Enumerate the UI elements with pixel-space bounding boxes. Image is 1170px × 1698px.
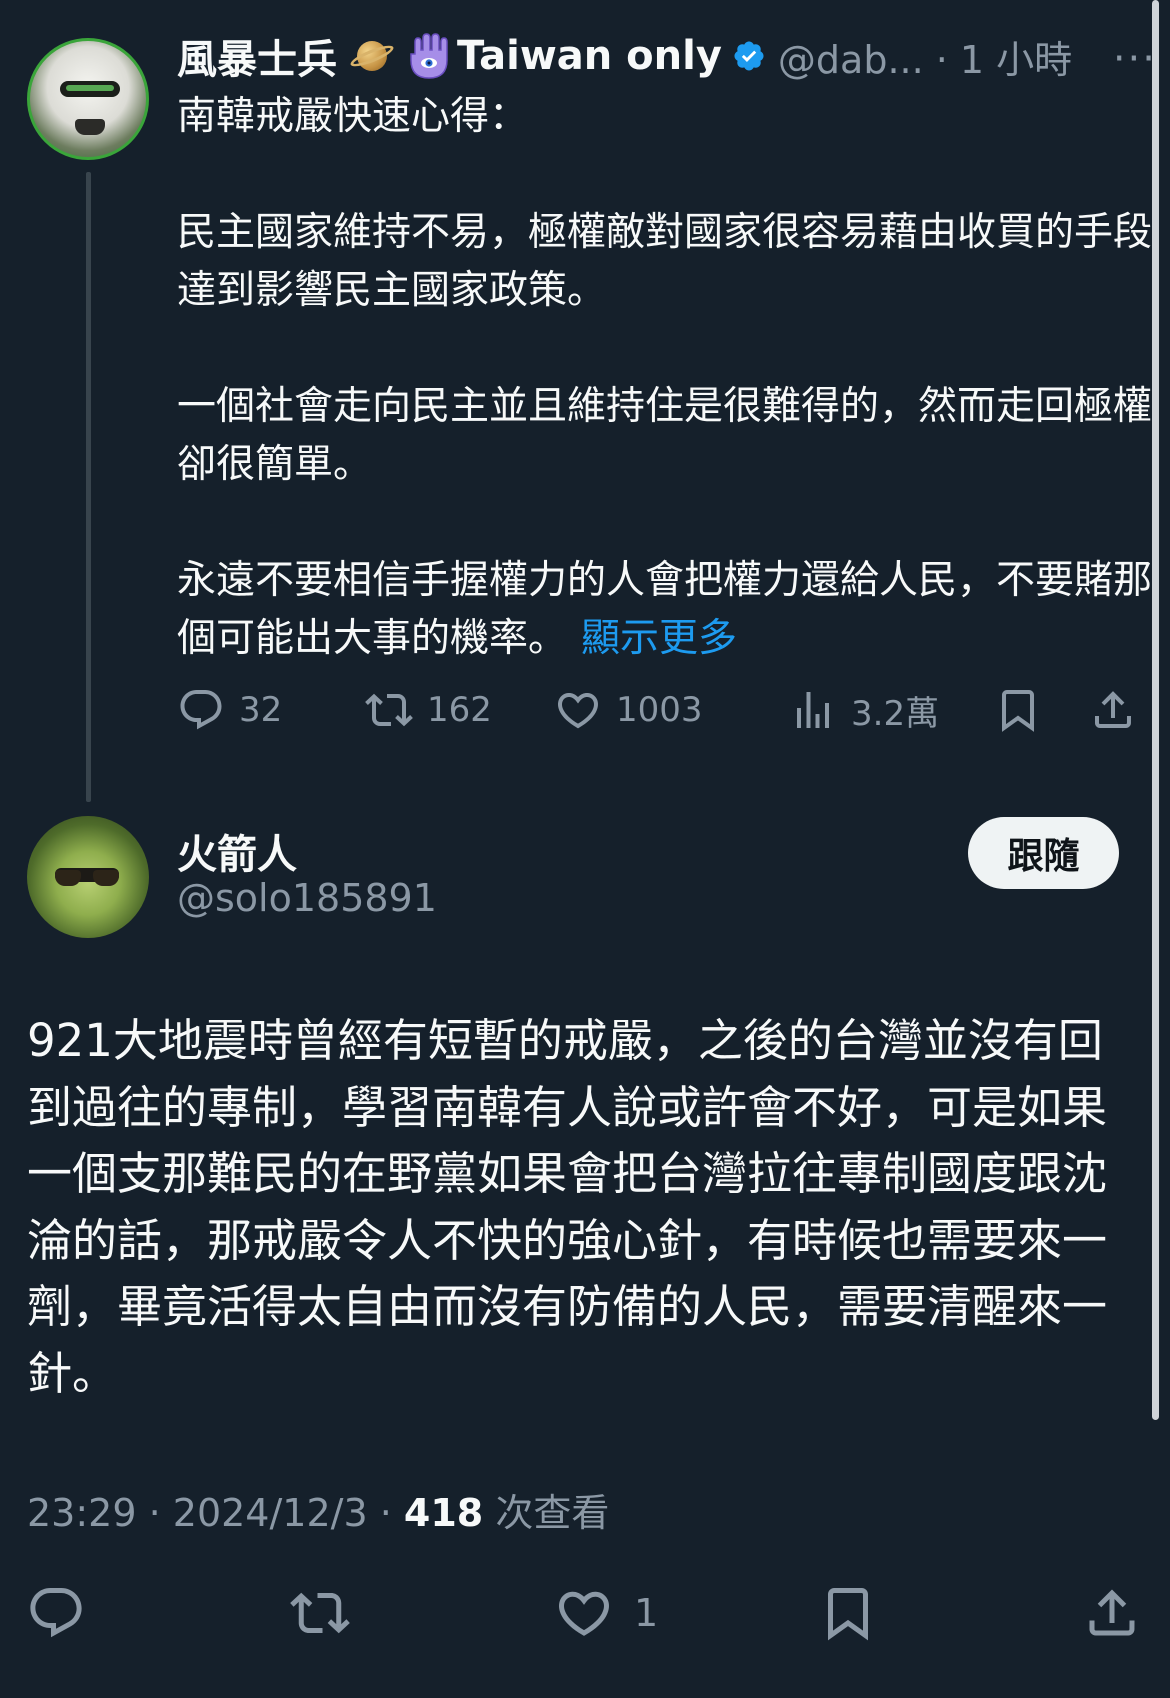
meta-separator: ·: [379, 1491, 404, 1535]
bookmark-icon: [828, 1588, 868, 1641]
tweet-view-label: 次查看: [495, 1491, 610, 1535]
tweet-view-count: 418: [403, 1491, 484, 1535]
share-button-main[interactable]: [1082, 1575, 1142, 1651]
parent-handle-time[interactable]: @dab... · 1 小時: [778, 29, 1072, 84]
parent-tweet-header: 風暴士兵 Taiwan only @dab... · 1 小時 ···: [177, 26, 1157, 86]
bookmark-button-main[interactable]: [818, 1575, 878, 1651]
repost-button-main[interactable]: [290, 1575, 350, 1651]
reply-action-bar: 1: [0, 1575, 1170, 1651]
tweet-detail-page: 風暴士兵 Taiwan only @dab... · 1 小時 ··· 南韓戒嚴…: [0, 0, 1170, 1698]
like-button[interactable]: 1003: [554, 680, 703, 740]
tweet-date[interactable]: 2024/12/3: [173, 1491, 368, 1535]
parent-display-name[interactable]: 風暴士兵: [177, 27, 337, 85]
views-icon: [797, 692, 829, 728]
reply-button-main[interactable]: [26, 1575, 86, 1651]
share-icon: [1089, 1589, 1135, 1636]
more-icon[interactable]: ···: [1113, 36, 1157, 82]
like-button-main[interactable]: 1: [554, 1575, 658, 1651]
saturn-emoji-icon: [348, 33, 396, 79]
follow-button[interactable]: 跟隨: [968, 817, 1119, 889]
tweet-meta: 23:29 · 2024/12/3 · 418 次查看: [27, 1482, 609, 1537]
parent-paragraph: 民主國家維持不易，極權敵對國家很容易藉由收買的手段達到影響民主國家政策。: [177, 210, 1153, 313]
parent-avatar[interactable]: [27, 38, 149, 160]
tweet-time[interactable]: 23:29: [27, 1491, 137, 1535]
thread-line: [86, 172, 91, 802]
scrollbar[interactable]: [1152, 0, 1159, 1420]
views-button[interactable]: 3.2萬: [789, 680, 939, 740]
parent-paragraph: 一個社會走向民主並且維持住是很難得的，然而走回極權卻很簡單。: [177, 384, 1153, 487]
like-icon: [557, 693, 599, 729]
parent-name-suffix[interactable]: Taiwan only: [457, 33, 722, 79]
reply-icon: [180, 690, 222, 730]
reply-tweet-text: 921大地震時曾經有短暫的戒嚴，之後的台灣並沒有回到過往的專制，學習南韓有人說或…: [27, 1014, 1108, 1400]
reply-avatar[interactable]: [27, 816, 149, 938]
share-button[interactable]: [1089, 680, 1137, 740]
reply-handle[interactable]: @solo185891: [177, 876, 437, 920]
repost-icon: [290, 1592, 350, 1634]
parent-paragraph-last: 永遠不要相信手握權力的人會把權力還給人民，不要賭那個可能出大事的機率。 顯示更多: [177, 552, 1152, 668]
reply-display-name[interactable]: 火箭人: [177, 822, 297, 880]
bookmark-icon: [1002, 690, 1034, 732]
parent-action-bar: 32 162 1003 3.2萬: [177, 680, 1152, 740]
views-count: 3.2萬: [851, 693, 940, 734]
reply-count: 32: [239, 690, 283, 730]
reply-like-count: 1: [634, 1591, 659, 1635]
parent-paragraph: 南韓戒嚴快速心得：: [177, 94, 529, 139]
reply-icon: [30, 1588, 82, 1638]
repost-count: 162: [427, 690, 492, 730]
hamsa-emoji-icon: [407, 32, 451, 80]
show-more-link[interactable]: 顯示更多: [581, 616, 737, 661]
like-icon: [558, 1591, 610, 1636]
repost-icon: [365, 693, 413, 727]
verified-badge-icon: [732, 39, 766, 73]
share-icon: [1095, 691, 1131, 728]
like-count: 1003: [616, 690, 703, 730]
repost-button[interactable]: 162: [365, 680, 492, 740]
reply-button[interactable]: 32: [177, 680, 282, 740]
bookmark-button[interactable]: [994, 680, 1042, 740]
meta-separator: ·: [148, 1491, 173, 1535]
parent-tweet-text: 南韓戒嚴快速心得： 民主國家維持不易，極權敵對國家很容易藉由收買的手段達到影響民…: [177, 88, 1152, 668]
